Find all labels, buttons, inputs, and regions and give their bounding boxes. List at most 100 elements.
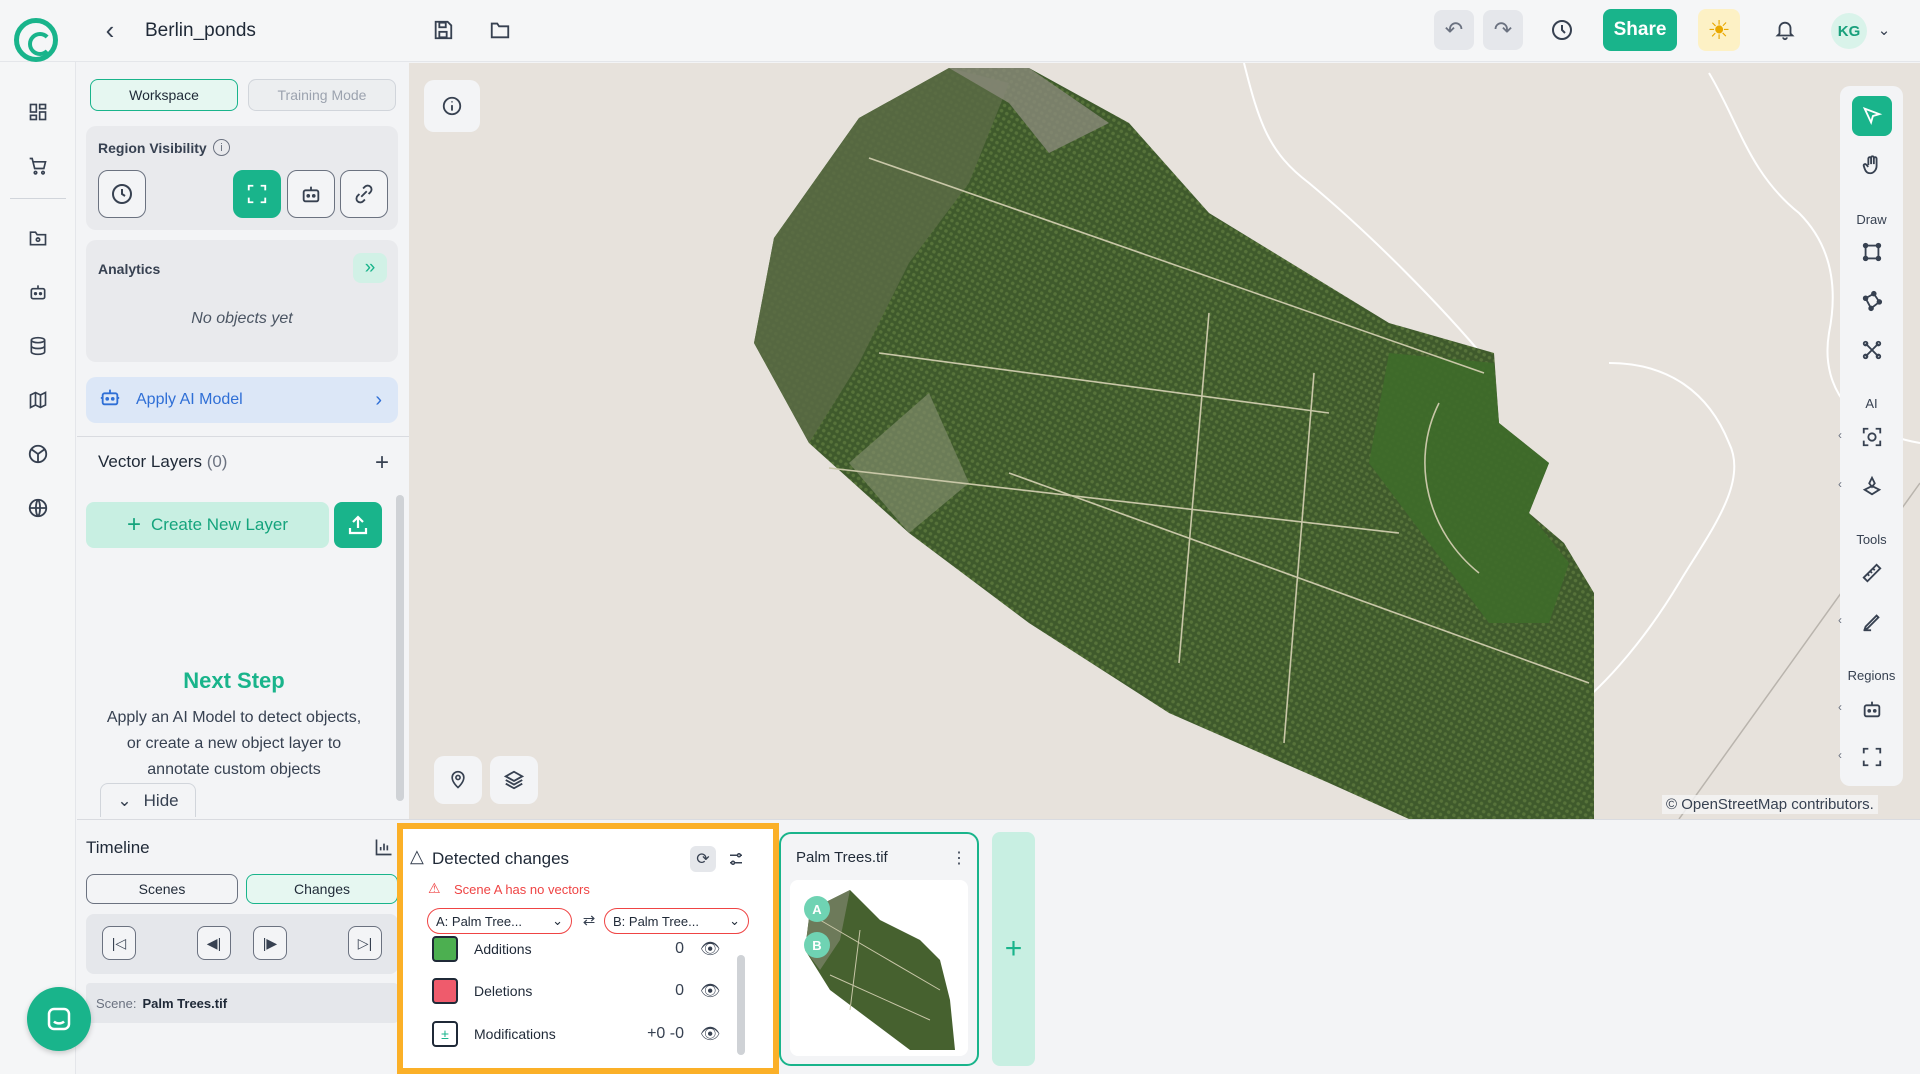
- chevron-left-icon[interactable]: ‹: [1838, 748, 1842, 762]
- robot-region-icon[interactable]: [287, 170, 335, 218]
- changes-scrollbar[interactable]: [737, 955, 745, 1055]
- tab-changes[interactable]: Changes: [246, 874, 398, 904]
- avatar[interactable]: KG: [1831, 13, 1867, 49]
- globe-icon[interactable]: [20, 490, 56, 526]
- next-step-text: Apply an AI Model to detect objects, or …: [106, 709, 362, 778]
- chart-icon[interactable]: [370, 834, 398, 860]
- location-pin-icon[interactable]: [434, 756, 482, 804]
- chevron-left-icon[interactable]: ‹: [1838, 613, 1842, 627]
- cart-icon[interactable]: [20, 148, 56, 184]
- warning-icon: ⚠: [428, 880, 441, 896]
- draw-section-label: Draw: [1856, 212, 1887, 227]
- database-icon[interactable]: [20, 328, 56, 364]
- scene-b-select[interactable]: B: Palm Tree... ⌄: [604, 908, 749, 934]
- analytics-empty-text: No objects yet: [191, 310, 293, 327]
- step-forward-icon[interactable]: |▶: [253, 926, 287, 960]
- next-step-title: Next Step: [183, 668, 285, 693]
- full-extent-icon[interactable]: [233, 170, 281, 218]
- current-scene: Scene: Palm Trees.tif: [86, 983, 398, 1023]
- swap-icon[interactable]: ⇄: [581, 910, 597, 930]
- undo-icon[interactable]: ↶: [1434, 10, 1474, 50]
- map-info-icon[interactable]: [424, 80, 480, 132]
- scene-a-select[interactable]: A: Palm Tree... ⌄: [427, 908, 572, 934]
- tab-scenes[interactable]: Scenes: [86, 874, 238, 904]
- history-icon[interactable]: [1542, 10, 1582, 50]
- scene-badge-a: A: [804, 896, 830, 922]
- chevron-right-icon: ›: [375, 388, 382, 411]
- kebab-menu-icon[interactable]: ⋮: [950, 846, 968, 870]
- add-scene-button[interactable]: +: [992, 832, 1035, 1066]
- scene-a-value: A: Palm Tree...: [436, 913, 522, 929]
- sun-icon[interactable]: ☀: [1698, 9, 1740, 51]
- region-robot-icon[interactable]: [1852, 689, 1892, 729]
- robot-icon: [98, 386, 126, 414]
- ruler-icon[interactable]: [1852, 553, 1892, 593]
- draw-skeleton-icon[interactable]: [1852, 330, 1892, 370]
- eye-icon[interactable]: 👁: [700, 939, 722, 959]
- save-icon[interactable]: [425, 12, 461, 48]
- link-region-icon[interactable]: [340, 170, 388, 218]
- tab-workspace[interactable]: Workspace: [90, 79, 238, 111]
- folder-icon[interactable]: [482, 12, 518, 48]
- chevron-left-icon[interactable]: ‹: [1838, 477, 1842, 491]
- skip-first-icon[interactable]: |◁: [102, 926, 136, 960]
- add-layer-icon[interactable]: +: [368, 449, 396, 477]
- refresh-icon[interactable]: ⟳: [690, 846, 716, 872]
- skip-last-icon[interactable]: ▷|: [348, 926, 382, 960]
- chevron-left-icon[interactable]: ‹: [1838, 428, 1842, 442]
- chevron-down-icon: ⌄: [552, 913, 563, 928]
- list-item: ± Modifications +0 -0 👁: [432, 1018, 722, 1050]
- modifications-swatch: ±: [432, 1021, 458, 1047]
- globe-grid-icon[interactable]: [20, 436, 56, 472]
- app-logo-icon[interactable]: [14, 18, 58, 62]
- deletions-swatch: [432, 978, 458, 1004]
- dashboard-icon[interactable]: [20, 94, 56, 130]
- share-button[interactable]: Share: [1603, 9, 1677, 51]
- clock-icon[interactable]: [98, 170, 146, 218]
- map-canvas[interactable]: [409, 63, 1920, 819]
- deletions-value: 0: [675, 982, 684, 999]
- back-arrow-icon[interactable]: ‹: [96, 14, 124, 46]
- pan-hand-icon[interactable]: [1852, 145, 1892, 185]
- expand-analytics-icon[interactable]: »: [353, 253, 387, 283]
- project-folder-icon[interactable]: [20, 220, 56, 256]
- step-back-icon[interactable]: ◀|: [197, 926, 231, 960]
- draw-polygon-icon[interactable]: [1852, 281, 1892, 321]
- apply-ai-model-button[interactable]: Apply AI Model ›: [86, 377, 398, 423]
- modifications-label: Modifications: [474, 1026, 556, 1042]
- pen-icon[interactable]: [1852, 602, 1892, 642]
- project-title: Berlin_ponds: [145, 20, 256, 41]
- ai-detect-icon[interactable]: [1852, 417, 1892, 457]
- info-icon[interactable]: i: [213, 139, 230, 156]
- draw-rectangle-icon[interactable]: [1852, 232, 1892, 272]
- chevron-down-icon[interactable]: ⌄: [1874, 18, 1894, 42]
- bell-icon[interactable]: [1765, 10, 1805, 50]
- chevron-left-icon[interactable]: ‹: [1838, 700, 1842, 714]
- map-attribution: © OpenStreetMap contributors.: [1662, 795, 1878, 814]
- layers-icon[interactable]: [490, 756, 538, 804]
- rail-divider: [10, 198, 66, 199]
- chat-icon[interactable]: [27, 987, 91, 1051]
- ai-magic-icon[interactable]: [1852, 466, 1892, 506]
- redo-icon[interactable]: ↷: [1483, 10, 1523, 50]
- scene-name: Palm Trees.tif: [142, 995, 228, 1011]
- panel-scrollbar[interactable]: [396, 495, 404, 801]
- timeline-title: Timeline: [86, 838, 150, 857]
- create-new-layer-button[interactable]: + Create New Layer: [86, 502, 329, 548]
- apply-ai-label: Apply AI Model: [136, 391, 243, 408]
- mode-tabs: Workspace Training Mode: [90, 79, 396, 111]
- eye-icon[interactable]: 👁: [700, 981, 722, 1001]
- chevrons-down-icon: ⌄: [117, 790, 132, 810]
- hide-button[interactable]: ⌄ Hide: [100, 783, 196, 817]
- tab-training-mode[interactable]: Training Mode: [248, 79, 396, 111]
- upload-icon[interactable]: [334, 502, 382, 548]
- region-extent-icon[interactable]: [1852, 737, 1892, 777]
- map-icon[interactable]: [20, 382, 56, 418]
- eye-icon[interactable]: 👁: [700, 1024, 722, 1044]
- divider: [77, 436, 409, 437]
- scene-thumbnail: A B: [790, 880, 968, 1056]
- robot-icon[interactable]: [20, 274, 56, 310]
- filter-sliders-icon[interactable]: [723, 846, 749, 872]
- select-cursor-icon[interactable]: [1852, 96, 1892, 136]
- analytics-title: Analytics: [98, 261, 161, 277]
